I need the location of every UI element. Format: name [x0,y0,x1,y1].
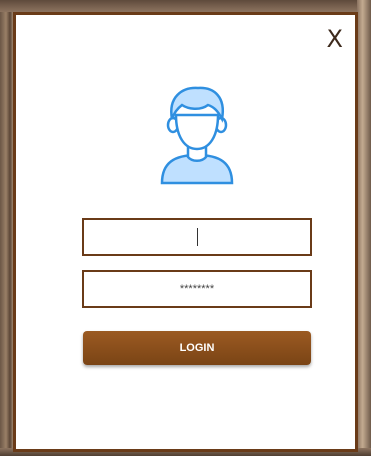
login-button[interactable]: LOGIN [83,331,311,365]
login-dialog: X ******** LOGIN [13,12,358,452]
user-avatar-icon [152,85,242,185]
login-button-label: LOGIN [179,342,215,354]
close-button[interactable]: X [327,27,343,51]
password-field[interactable]: ******** [82,270,312,308]
password-value: ******** [179,283,215,295]
background-top [0,0,371,12]
username-field[interactable] [82,218,312,256]
text-cursor [196,228,198,246]
background-right [357,0,371,456]
